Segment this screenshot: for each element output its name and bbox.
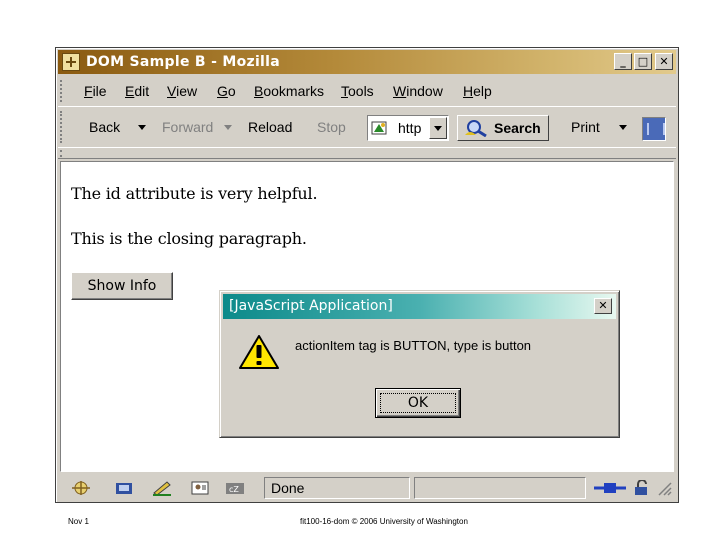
- status-bar: cZ Done: [58, 475, 676, 501]
- menu-go[interactable]: Go: [217, 83, 236, 99]
- ok-button[interactable]: OK: [375, 388, 461, 418]
- search-label: Search: [494, 120, 541, 136]
- security-lock-icon[interactable]: [631, 480, 653, 496]
- navigation-toolbar: Back Forward Reload Stop http Search Pri…: [58, 106, 676, 146]
- svg-text:cZ: cZ: [229, 485, 239, 494]
- footer-credit: fit100-16-dom © 2006 University of Washi…: [300, 517, 468, 526]
- menu-view[interactable]: View: [167, 83, 197, 99]
- progress-pane: [414, 477, 586, 499]
- menu-bar: File Edit View Go Bookmarks Tools Window…: [58, 78, 676, 105]
- composer-icon[interactable]: [151, 480, 173, 496]
- ok-focus-ring: [380, 393, 456, 413]
- print-dropdown-icon[interactable]: [619, 125, 627, 130]
- dialog-title-bar[interactable]: [JavaScript Application] ✕: [223, 294, 616, 319]
- menu-window[interactable]: Window: [393, 83, 443, 99]
- minimize-button[interactable]: _: [614, 53, 632, 70]
- navigator-icon[interactable]: [70, 480, 92, 496]
- menu-tools[interactable]: Tools: [341, 83, 374, 99]
- resize-grip-icon[interactable]: [656, 480, 672, 496]
- menu-help[interactable]: Help: [463, 83, 492, 99]
- url-dropdown-icon[interactable]: [429, 117, 447, 139]
- footer-date: Nov 1: [68, 517, 89, 526]
- dialog-close-button[interactable]: ✕: [594, 298, 612, 314]
- window-title: DOM Sample B - Mozilla: [86, 54, 281, 70]
- back-button[interactable]: Back: [89, 119, 120, 135]
- personal-toolbar: [58, 147, 676, 159]
- forward-dropdown-icon[interactable]: [224, 125, 232, 130]
- address-book-icon[interactable]: [189, 480, 211, 496]
- close-button[interactable]: ✕: [655, 53, 673, 70]
- javascript-alert-dialog: [JavaScript Application] ✕ actionItem ta…: [219, 290, 620, 438]
- toolbar-grip-handle[interactable]: [60, 111, 65, 143]
- dialog-message: actionItem tag is BUTTON, type is button: [295, 338, 532, 353]
- online-status-icon[interactable]: [592, 480, 628, 496]
- title-bar[interactable]: DOM Sample B - Mozilla _ □ ✕: [58, 50, 676, 74]
- status-text: Done: [271, 480, 305, 496]
- menu-edit[interactable]: Edit: [125, 83, 149, 99]
- mozilla-app-icon: [62, 53, 80, 71]
- reload-button[interactable]: Reload: [248, 119, 292, 135]
- status-pane: Done: [264, 477, 410, 499]
- search-button[interactable]: Search: [457, 115, 549, 141]
- chat-icon[interactable]: cZ: [224, 480, 246, 496]
- paragraph-id-attribute: The id attribute is very helpful.: [71, 184, 318, 203]
- dialog-title: [JavaScript Application]: [229, 298, 393, 314]
- forward-button[interactable]: Forward: [162, 119, 213, 135]
- back-dropdown-icon[interactable]: [138, 125, 146, 130]
- show-info-button[interactable]: Show Info: [71, 272, 173, 300]
- menu-bookmarks[interactable]: Bookmarks: [254, 83, 324, 99]
- page-proxy-icon: [371, 121, 387, 135]
- menu-grip-handle[interactable]: [60, 80, 65, 102]
- mail-icon[interactable]: [113, 480, 135, 496]
- throbber-icon[interactable]: [642, 117, 666, 141]
- paragraph-closing: This is the closing paragraph.: [71, 229, 307, 248]
- warning-icon: [239, 335, 279, 369]
- personal-toolbar-grip-handle[interactable]: [60, 150, 65, 157]
- maximize-button[interactable]: □: [634, 53, 652, 70]
- menu-file[interactable]: File: [84, 83, 107, 99]
- url-text: http: [398, 120, 422, 136]
- url-field[interactable]: http: [367, 115, 449, 141]
- print-button[interactable]: Print: [571, 119, 600, 135]
- stop-button[interactable]: Stop: [317, 119, 346, 135]
- search-icon: [465, 120, 487, 137]
